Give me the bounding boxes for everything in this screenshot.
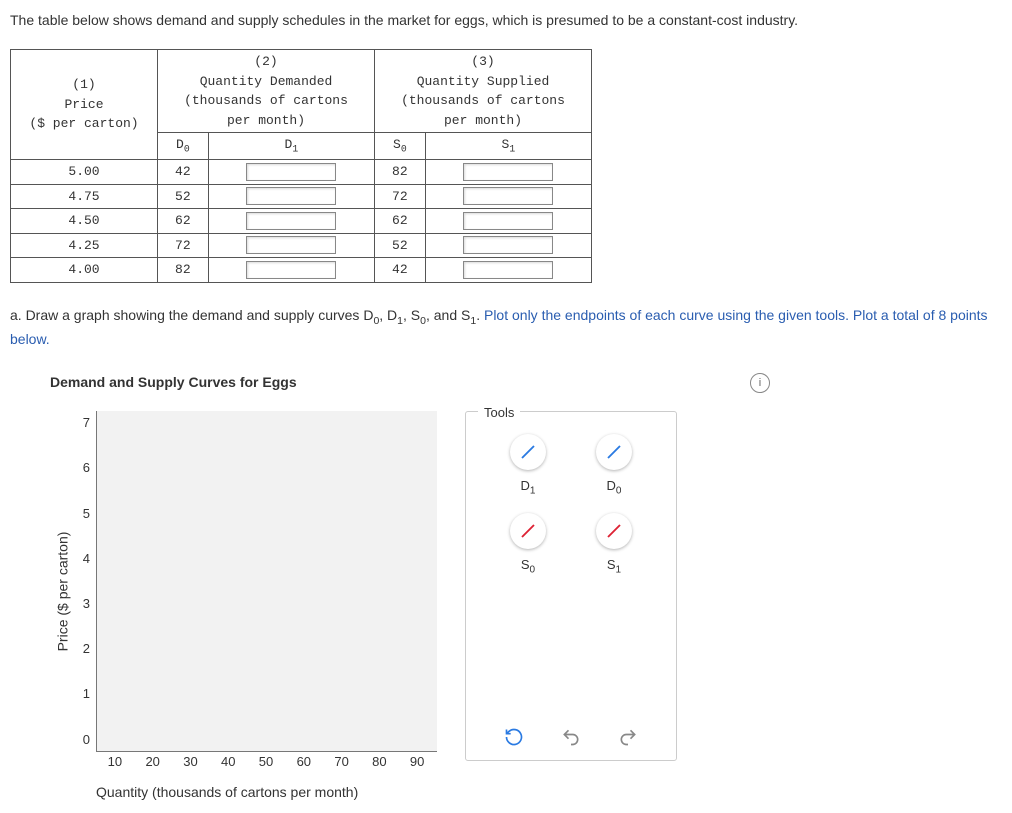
header-supply: (3) Quantity Supplied (thousands of cart… [375,50,592,133]
table-row: 4.506262 [11,209,592,234]
input-d1-1[interactable] [246,187,336,205]
cell-price: 4.00 [11,258,158,283]
x-ticks: 102030405060708090 [96,752,436,772]
tool-label: D1 [521,476,536,499]
table-row: 5.0042 82 [11,160,592,185]
cell-price: 4.75 [11,184,158,209]
subheader-d1: D1 [208,133,374,160]
tools-panel: Tools D1D0S0S1 [465,411,677,761]
cell-s0: 62 [375,209,426,234]
undo-icon[interactable] [560,726,582,748]
y-axis-label: Price ($ per carton) [53,531,74,651]
tool-label: S0 [521,555,535,578]
input-s1-3[interactable] [463,236,553,254]
question-a: a. Draw a graph showing the demand and s… [10,305,1002,351]
tool-label: S1 [607,555,621,578]
input-d1-0[interactable] [246,163,336,181]
cell-d0: 42 [158,160,209,185]
tool-d0[interactable]: D0 [576,434,652,499]
intro-text: The table below shows demand and supply … [10,10,1002,31]
input-s1-0[interactable] [463,163,553,181]
reset-icon[interactable] [503,726,525,748]
cell-d0: 62 [158,209,209,234]
header-demand: (2) Quantity Demanded (thousands of cart… [158,50,375,133]
cell-price: 4.25 [11,233,158,258]
redo-icon[interactable] [617,726,639,748]
subheader-d0: D0 [158,133,209,160]
demand-supply-table: (1) Price ($ per carton) (2) Quantity De… [10,49,592,283]
y-ticks: 76543210 [76,411,90,749]
line-tool-icon [596,513,632,549]
header-price: (1) Price ($ per carton) [11,50,158,160]
table-row: 4.0082 42 [11,258,592,283]
input-d1-3[interactable] [246,236,336,254]
line-tool-icon [596,434,632,470]
x-axis-label: Quantity (thousands of cartons per month… [96,782,437,803]
input-d1-4[interactable] [246,261,336,279]
subheader-s1: S1 [425,133,591,160]
cell-s0: 42 [375,258,426,283]
info-icon[interactable]: i [750,373,770,393]
line-tool-icon [510,434,546,470]
tool-s0[interactable]: S0 [490,513,566,578]
cell-d0: 72 [158,233,209,258]
tool-s1[interactable]: S1 [576,513,652,578]
plot-area[interactable] [96,411,437,752]
table-row: 4.2572 52 [11,233,592,258]
chart-title: Demand and Supply Curves for Eggs [50,372,730,393]
cell-s0: 72 [375,184,426,209]
input-s1-1[interactable] [463,187,553,205]
tool-d1[interactable]: D1 [490,434,566,499]
tools-legend: Tools [478,403,520,423]
cell-s0: 52 [375,233,426,258]
cell-price: 4.50 [11,209,158,234]
cell-s0: 82 [375,160,426,185]
line-tool-icon [510,513,546,549]
cell-d0: 52 [158,184,209,209]
input-s1-4[interactable] [463,261,553,279]
table-row: 4.7552 72 [11,184,592,209]
cell-price: 5.00 [11,160,158,185]
tool-label: D0 [607,476,622,499]
cell-d0: 82 [158,258,209,283]
subheader-s0: S0 [375,133,426,160]
input-s1-2[interactable] [463,212,553,230]
input-d1-2[interactable] [246,212,336,230]
